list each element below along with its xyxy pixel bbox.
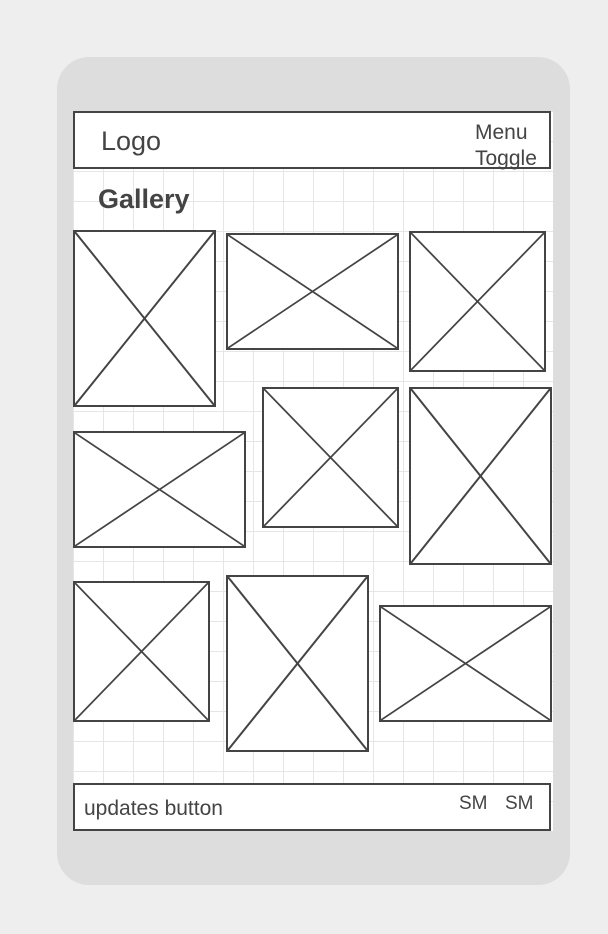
logo[interactable]: Logo [101, 125, 161, 157]
gallery-image[interactable] [73, 230, 216, 407]
gallery-image[interactable] [409, 387, 552, 565]
gallery-image[interactable] [73, 431, 246, 548]
gallery-image[interactable] [262, 387, 399, 528]
image-placeholder-icon [381, 607, 550, 720]
image-placeholder-icon [75, 583, 208, 720]
image-placeholder-icon [75, 232, 214, 405]
updates-button[interactable]: updates button [84, 796, 223, 822]
page-title: Gallery [98, 184, 190, 214]
gallery-image[interactable] [409, 231, 546, 372]
gallery-image[interactable] [73, 581, 210, 722]
image-placeholder-icon [411, 233, 544, 370]
social-media-link[interactable]: SM [505, 792, 534, 816]
image-placeholder-icon [228, 577, 367, 750]
image-placeholder-icon [264, 389, 397, 526]
footer-bar: updates button SM SM [73, 783, 551, 831]
social-media-link[interactable]: SM [459, 792, 488, 816]
header-bar: Logo Menu Toggle [73, 111, 551, 172]
image-placeholder-icon [411, 389, 550, 563]
image-placeholder-icon [228, 235, 397, 348]
gallery-image[interactable] [226, 575, 369, 752]
gallery-image[interactable] [379, 605, 552, 722]
gallery-image[interactable] [226, 233, 399, 350]
image-placeholder-icon [75, 433, 244, 546]
menu-toggle-button[interactable]: Menu Toggle [475, 120, 545, 172]
